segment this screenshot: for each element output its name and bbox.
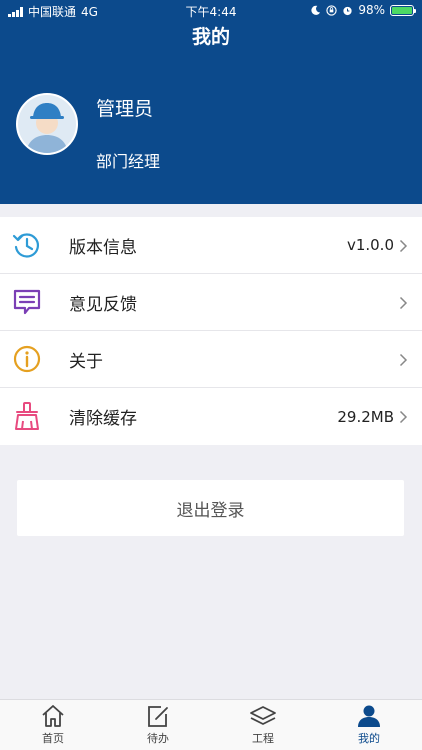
orientation-lock-icon	[326, 4, 338, 16]
settings-menu: 版本信息 v1.0.0 意见反馈 关于 清除缓存 29.2MB	[0, 217, 422, 445]
page-title: 我的	[191, 26, 230, 48]
tab-label-mine: 我的	[358, 732, 380, 745]
home-icon	[42, 705, 64, 727]
alarm-icon	[343, 6, 352, 15]
tab-label-project: 工程	[252, 732, 274, 745]
menu-item-clear-cache[interactable]: 清除缓存 29.2MB	[0, 388, 422, 445]
chevron-right-icon	[399, 410, 408, 424]
tab-label-home: 首页	[42, 732, 64, 745]
chevron-right-icon	[399, 296, 408, 310]
broom-icon	[15, 402, 39, 430]
edit-icon	[148, 706, 168, 727]
status-right: 98%	[310, 3, 416, 17]
menu-item-version[interactable]: 版本信息 v1.0.0	[0, 217, 422, 274]
menu-label-clear-cache: 清除缓存	[69, 409, 137, 429]
tab-home[interactable]: 首页	[23, 704, 83, 746]
menu-item-feedback[interactable]: 意见反馈	[0, 274, 422, 331]
info-circle-icon	[13, 345, 41, 373]
menu-label-version: 版本信息	[69, 237, 137, 258]
user-name: 管理员	[96, 98, 154, 120]
status-bar: 中国联通 4G 下午4:44 98%	[0, 0, 422, 20]
tab-bar: 首页 待办 工程 我的	[0, 699, 422, 750]
cache-size-value: 29.2MB	[337, 407, 394, 426]
tab-project[interactable]: 工程	[233, 704, 293, 746]
menu-label-feedback: 意见反馈	[69, 294, 137, 315]
feedback-message-icon	[13, 289, 41, 315]
layers-icon	[250, 706, 276, 725]
battery-percent: 98%	[358, 3, 385, 17]
user-icon	[358, 705, 380, 727]
version-value: v1.0.0	[346, 236, 394, 254]
tab-label-todo: 待办	[147, 732, 169, 745]
avatar[interactable]	[16, 93, 78, 155]
chevron-right-icon	[399, 353, 408, 367]
logout-button[interactable]: 退出登录	[17, 480, 404, 536]
tab-mine[interactable]: 我的	[339, 704, 399, 746]
battery-icon	[390, 4, 416, 16]
user-role: 部门经理	[96, 152, 161, 171]
avatar-worker-icon	[18, 95, 76, 153]
menu-item-about[interactable]: 关于	[0, 331, 422, 388]
tab-todo[interactable]: 待办	[128, 704, 188, 746]
profile-header: 中国联通 4G 下午4:44 98% 我的 管理员 部门经理	[0, 0, 422, 204]
history-clock-icon	[12, 233, 39, 258]
menu-label-about: 关于	[69, 351, 103, 372]
moon-icon	[311, 5, 321, 15]
chevron-right-icon	[399, 239, 408, 253]
